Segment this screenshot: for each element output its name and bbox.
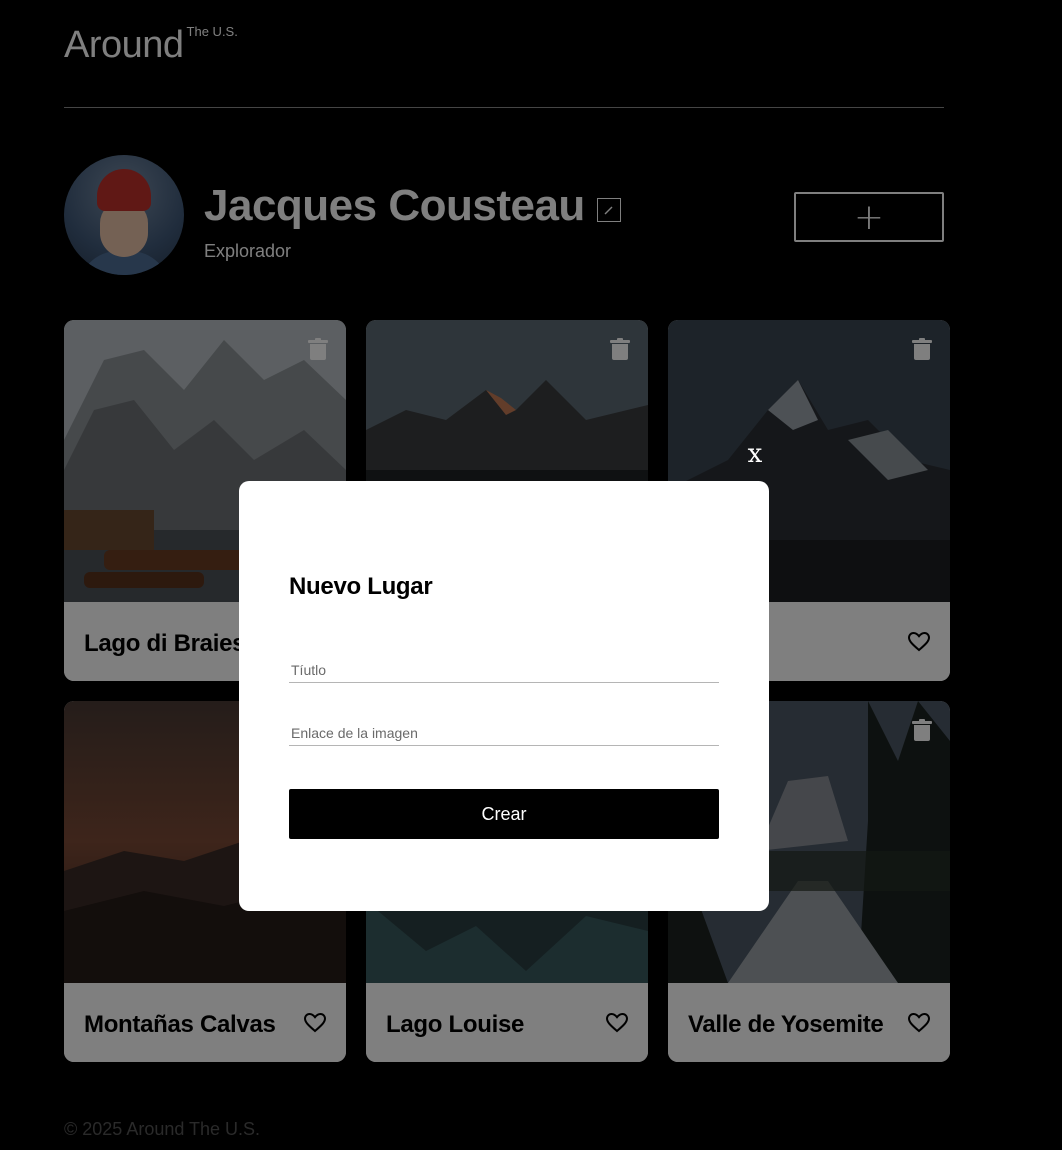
new-place-modal: Nuevo Lugar Crear: [239, 481, 769, 911]
modal-title: Nuevo Lugar: [289, 573, 433, 600]
image-link-input[interactable]: [289, 722, 719, 746]
page: Around The U.S. Jacques Cousteau Explora…: [0, 0, 1062, 1150]
close-modal-button[interactable]: x: [744, 440, 766, 468]
create-button[interactable]: Crear: [289, 789, 719, 839]
place-title-input[interactable]: [289, 659, 719, 683]
